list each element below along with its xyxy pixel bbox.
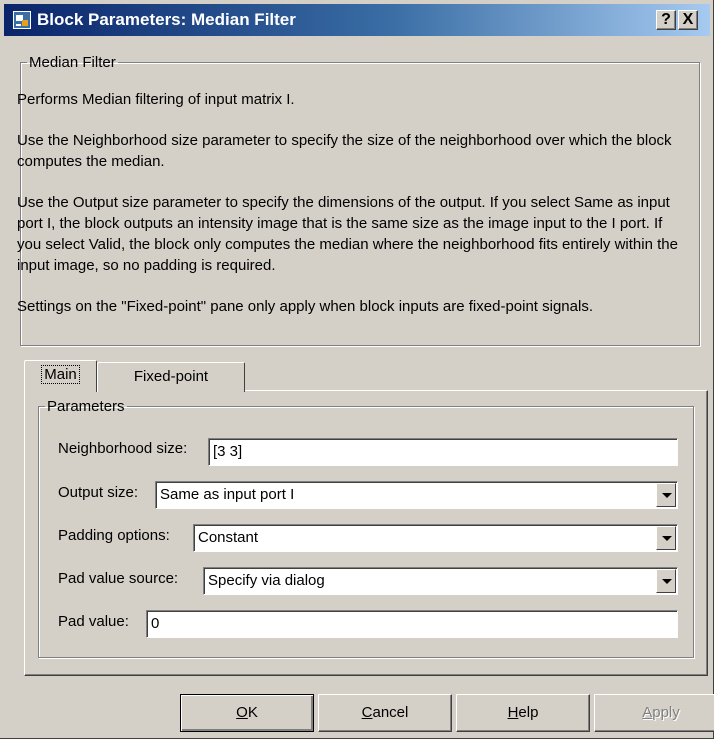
help-button-mnemonic: H <box>507 704 519 721</box>
ok-button-mnemonic: O <box>236 704 248 721</box>
description-paragraph-4: Settings on the "Fixed-point" pane only … <box>17 298 593 315</box>
output-size-label: Output size: <box>58 484 139 501</box>
apply-button[interactable]: Apply <box>594 694 714 732</box>
close-button[interactable]: X <box>678 10 698 30</box>
apply-button-mnemonic: A <box>642 704 653 721</box>
help-button-label: elp <box>518 704 539 721</box>
padding-options-label: Padding options: <box>58 527 170 544</box>
output-size-value: Same as input port I <box>160 486 295 503</box>
pad-value-source-dropdown[interactable]: Specify via dialog <box>203 567 678 595</box>
pad-value-source-value: Specify via dialog <box>208 572 325 589</box>
output-size-dropdown[interactable]: Same as input port I <box>155 481 678 509</box>
chevron-down-icon[interactable] <box>656 526 676 550</box>
ok-button-label: K <box>247 704 258 721</box>
tab-main[interactable]: Main <box>24 360 97 392</box>
description-paragraph-1: Performs Median filtering of input matri… <box>17 91 295 108</box>
pad-value-input[interactable]: 0 <box>146 610 678 638</box>
description-legend: Median Filter <box>29 54 116 71</box>
title-bar[interactable]: Block Parameters: Median Filter ? X <box>4 4 710 36</box>
tab-fixed-point[interactable]: Fixed-point <box>97 362 245 392</box>
tab-main-label: Main <box>41 365 80 384</box>
pad-value-source-label: Pad value source: <box>58 570 179 587</box>
chevron-down-icon[interactable] <box>656 483 676 507</box>
description-paragraph-3: Use the Output size parameter to specify… <box>17 194 678 274</box>
neighborhood-size-label: Neighborhood size: <box>58 440 188 457</box>
ok-button[interactable]: OK <box>180 694 314 732</box>
parameters-legend: Parameters <box>47 398 125 415</box>
help-button[interactable]: Help <box>456 694 590 732</box>
context-help-button[interactable]: ? <box>656 10 676 30</box>
pad-value-label: Pad value: <box>58 613 129 630</box>
apply-button-label: pply <box>652 704 680 721</box>
tab-fixed-point-label: Fixed-point <box>133 368 209 385</box>
neighborhood-size-input[interactable]: [3 3] <box>208 438 678 466</box>
cancel-button[interactable]: Cancel <box>318 694 452 732</box>
chevron-down-icon[interactable] <box>656 569 676 593</box>
window-title: Block Parameters: Median Filter <box>37 10 296 29</box>
block-parameters-dialog: Block Parameters: Median Filter ? X Medi… <box>0 0 714 739</box>
simulink-block-icon <box>13 11 31 29</box>
cancel-button-label: ancel <box>372 704 409 721</box>
description-paragraph-2: Use the Neighborhood size parameter to s… <box>17 132 672 170</box>
cancel-button-mnemonic: C <box>361 704 373 721</box>
padding-options-dropdown[interactable]: Constant <box>193 524 678 552</box>
padding-options-value: Constant <box>198 529 259 546</box>
